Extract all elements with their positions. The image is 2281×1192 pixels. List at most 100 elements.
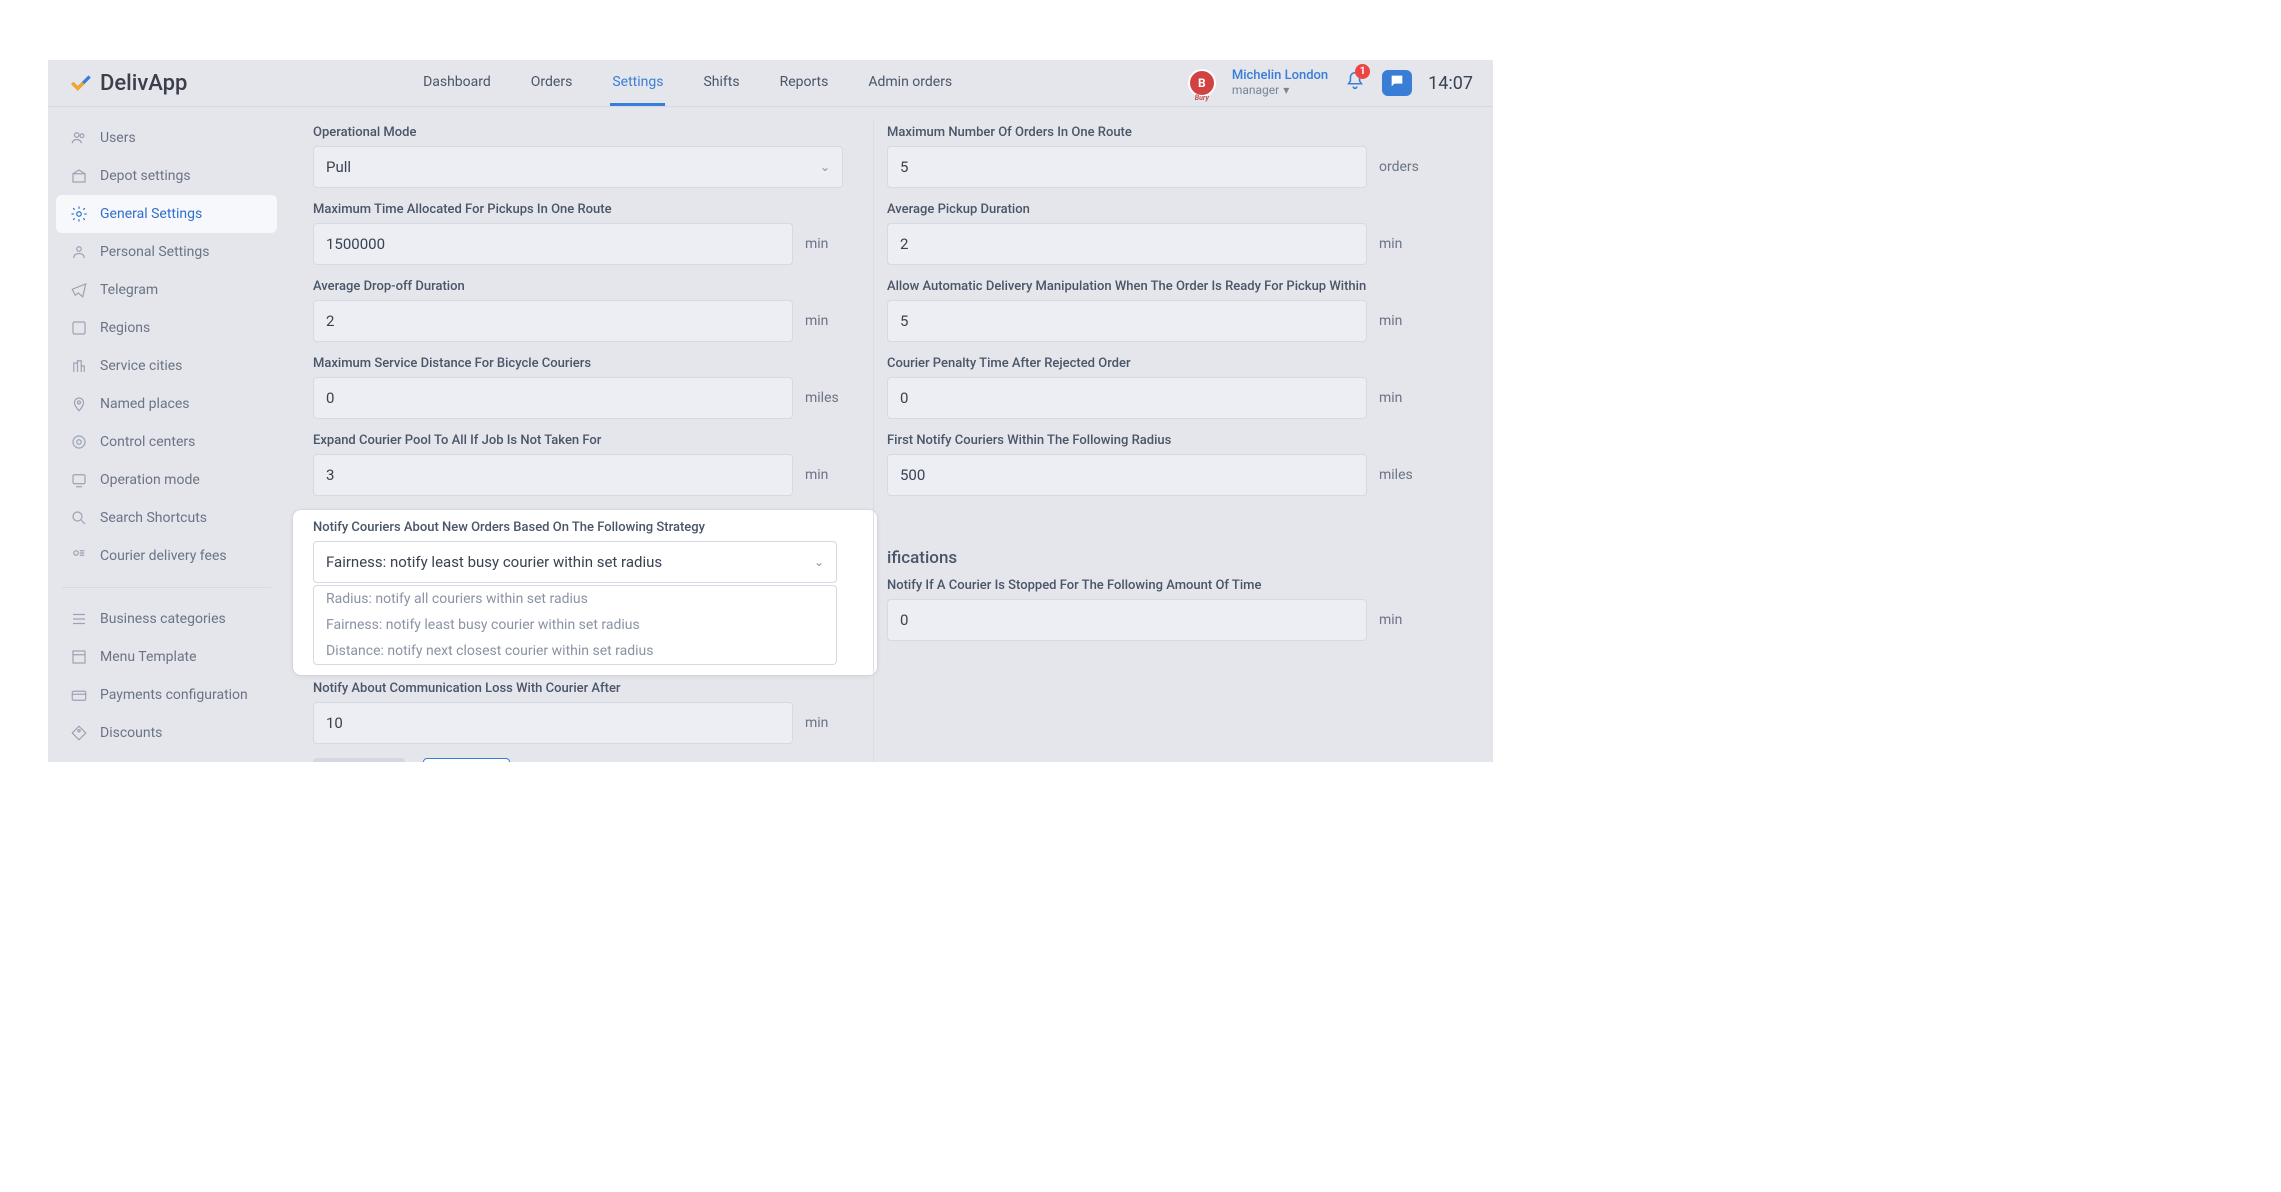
unit-min: min — [805, 715, 849, 731]
bell-badge: 1 — [1355, 64, 1370, 79]
strategy-option-distance[interactable]: Distance: notify next closest courier wi… — [314, 638, 836, 664]
strategy-dropdown: Radius: notify all couriers within set r… — [313, 585, 837, 665]
reset-button[interactable]: Reset — [423, 758, 510, 762]
top-nav: Dashboard Orders Settings Shifts Reports… — [421, 61, 954, 106]
user-name: Michelin London — [1232, 69, 1328, 83]
column-divider — [873, 119, 874, 762]
sidebar-item-named-places[interactable]: Named places — [56, 385, 277, 423]
save-button[interactable]: Save — [313, 758, 405, 762]
unit-orders: orders — [1379, 159, 1429, 175]
penalty-input[interactable] — [887, 377, 1367, 419]
nav-settings[interactable]: Settings — [610, 61, 665, 106]
sidebar-item-menu-template[interactable]: Menu Template — [56, 638, 277, 676]
depot-icon — [70, 167, 88, 185]
operational-mode-select[interactable]: Pull ⌄ — [313, 146, 843, 188]
strategy-option-fairness[interactable]: Fairness: notify least busy courier with… — [314, 612, 836, 638]
sidebar-item-operation-mode[interactable]: Operation mode — [56, 461, 277, 499]
user-info[interactable]: Michelin London manager ▾ — [1232, 69, 1328, 96]
field-penalty: Courier Penalty Time After Rejected Orde… — [887, 356, 1439, 419]
strategy-highlight: Notify Couriers About New Orders Based O… — [293, 510, 877, 675]
unit-min: min — [1379, 313, 1423, 329]
sidebar-item-personal-settings[interactable]: Personal Settings — [56, 233, 277, 271]
avatar-letter: B — [1198, 76, 1206, 90]
sidebar-item-courier-fees[interactable]: Courier delivery fees — [56, 537, 277, 575]
users-icon — [70, 129, 88, 147]
strategy-select[interactable]: Fairness: notify least busy courier with… — [313, 541, 837, 583]
clock: 14:07 — [1428, 73, 1473, 94]
sidebar-item-business-categories[interactable]: Business categories — [56, 600, 277, 638]
avg-pickup-input[interactable] — [887, 223, 1367, 265]
field-avg-dropoff: Average Drop-off Duration min — [313, 279, 865, 342]
unit-min: min — [1379, 612, 1423, 628]
settings-grid: Operational Mode Pull ⌄ Maximum Time All… — [313, 125, 1493, 762]
field-notify-strategy: Notify Couriers About New Orders Based O… — [313, 520, 865, 665]
stopped-input[interactable] — [887, 599, 1367, 641]
comm-loss-input[interactable] — [313, 702, 793, 744]
pin-icon — [70, 395, 88, 413]
notifications-button[interactable]: 1 — [1344, 70, 1366, 96]
expand-pool-input[interactable] — [313, 454, 793, 496]
strategy-option-radius[interactable]: Radius: notify all couriers within set r… — [314, 586, 836, 612]
gear-icon — [70, 205, 88, 223]
topbar-right: B Bury Michelin London manager ▾ 1 — [1188, 69, 1473, 97]
brand-name: DelivApp — [100, 71, 187, 96]
field-expand-pool: Expand Courier Pool To All If Job Is Not… — [313, 433, 865, 496]
unit-min: min — [805, 313, 849, 329]
max-pickup-input[interactable] — [313, 223, 793, 265]
notifications-section-title: ifications — [887, 548, 1439, 568]
nav-shifts[interactable]: Shifts — [701, 61, 741, 106]
allow-auto-input[interactable] — [887, 300, 1367, 342]
max-orders-input[interactable] — [887, 146, 1367, 188]
settings-right-column: Maximum Number Of Orders In One Route or… — [887, 125, 1439, 762]
template-icon — [70, 648, 88, 666]
payments-icon — [70, 686, 88, 704]
check-icon — [68, 70, 94, 96]
bell-icon — [1344, 80, 1366, 96]
settings-content: Operational Mode Pull ⌄ Maximum Time All… — [285, 107, 1493, 762]
sidebar-item-users[interactable]: Users — [56, 119, 277, 157]
field-avg-pickup: Average Pickup Duration min — [887, 202, 1439, 265]
sidebar-item-discounts[interactable]: Discounts — [56, 714, 277, 752]
sidebar-item-control-centers[interactable]: Control centers — [56, 423, 277, 461]
sidebar-item-search-shortcuts[interactable]: Search Shortcuts — [56, 499, 277, 537]
search-icon — [70, 509, 88, 527]
avatar[interactable]: B Bury — [1188, 69, 1216, 97]
sidebar-item-depot-settings[interactable]: Depot settings — [56, 157, 277, 195]
field-max-service-distance: Maximum Service Distance For Bicycle Cou… — [313, 356, 865, 419]
unit-min: min — [1379, 236, 1423, 252]
avg-dropoff-input[interactable] — [313, 300, 793, 342]
chat-button[interactable] — [1382, 70, 1412, 96]
sidebar-divider — [62, 587, 271, 588]
sidebar-item-regions[interactable]: Regions — [56, 309, 277, 347]
field-operational-mode: Operational Mode Pull ⌄ — [313, 125, 865, 188]
field-first-notify: First Notify Couriers Within The Followi… — [887, 433, 1439, 496]
sidebar-item-service-cities[interactable]: Service cities — [56, 347, 277, 385]
nav-dashboard[interactable]: Dashboard — [421, 61, 493, 106]
nav-admin-orders[interactable]: Admin orders — [866, 61, 954, 106]
unit-min: min — [805, 236, 849, 252]
first-notify-input[interactable] — [887, 454, 1367, 496]
user-role: manager ▾ — [1232, 84, 1328, 97]
unit-min: min — [805, 467, 849, 483]
list-icon — [70, 610, 88, 628]
unit-min: min — [1379, 390, 1423, 406]
field-stopped: Notify If A Courier Is Stopped For The F… — [887, 578, 1439, 641]
sidebar-item-general-settings[interactable]: General Settings — [56, 195, 277, 233]
max-service-input[interactable] — [313, 377, 793, 419]
chevron-down-icon: ▾ — [1283, 84, 1289, 97]
sidebar-item-telegram[interactable]: Telegram — [56, 271, 277, 309]
target-icon — [70, 433, 88, 451]
discount-icon — [70, 724, 88, 742]
avatar-sublabel: Bury — [1195, 94, 1209, 102]
brand-logo[interactable]: DelivApp — [68, 70, 187, 96]
nav-orders[interactable]: Orders — [529, 61, 575, 106]
sidebar: Users Depot settings General Settings Pe… — [48, 107, 285, 762]
topbar: DelivApp Dashboard Orders Settings Shift… — [48, 60, 1493, 107]
telegram-icon — [70, 281, 88, 299]
nav-reports[interactable]: Reports — [778, 61, 831, 106]
sidebar-item-payments[interactable]: Payments configuration — [56, 676, 277, 714]
field-allow-auto: Allow Automatic Delivery Manipulation Wh… — [887, 279, 1439, 342]
app-shell: DelivApp Dashboard Orders Settings Shift… — [48, 60, 1493, 762]
unit-miles: miles — [805, 390, 849, 406]
unit-miles: miles — [1379, 467, 1423, 483]
